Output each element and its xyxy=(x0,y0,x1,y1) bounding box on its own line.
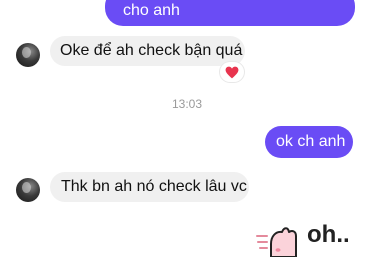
motion-lines-icon xyxy=(256,235,268,249)
message-timestamp: 13:03 xyxy=(171,97,203,111)
message-bubble-incoming[interactable]: Oke để ah check bận quá xyxy=(50,36,245,66)
message-reaction[interactable] xyxy=(220,62,244,82)
message-text: ok ch anh xyxy=(276,133,346,150)
message-bubble-outgoing[interactable]: cho anh xyxy=(105,0,355,26)
heart-icon xyxy=(225,66,239,78)
sticker-text: oh.. xyxy=(307,221,350,248)
bunny-icon xyxy=(270,227,297,257)
bunny-oh-sticker[interactable]: oh.. xyxy=(255,218,374,257)
contact-avatar[interactable] xyxy=(16,178,40,202)
message-bubble-incoming[interactable]: Thk bn ah nó check lâu vc xyxy=(50,172,249,202)
message-bubble-outgoing[interactable]: ok ch anh xyxy=(265,126,353,158)
contact-avatar[interactable] xyxy=(16,43,40,67)
message-text: Oke để ah check bận quá xyxy=(60,42,243,59)
message-text: Thk bn ah nó check lâu vc xyxy=(61,178,247,195)
message-text: cho anh xyxy=(123,2,180,19)
